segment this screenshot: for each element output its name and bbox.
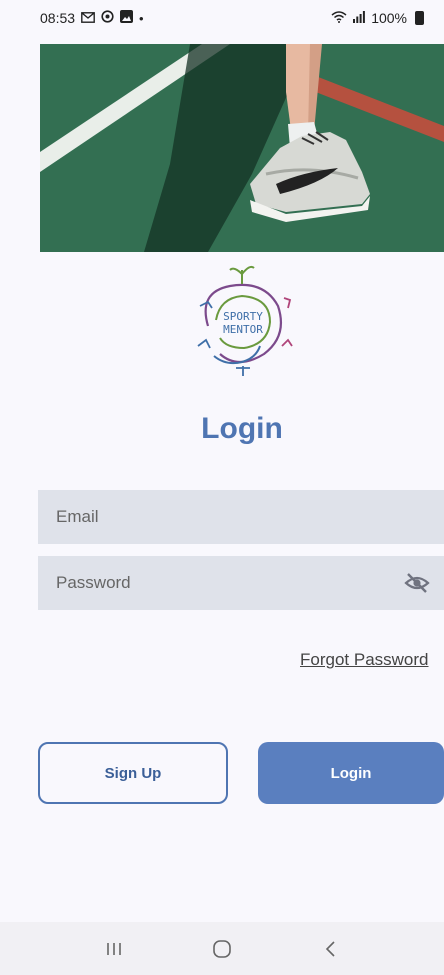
system-nav-bar: [0, 922, 444, 975]
sign-up-button[interactable]: Sign Up: [38, 742, 228, 804]
status-left: 08:53 •: [40, 10, 144, 26]
battery-level: 100%: [371, 10, 407, 26]
eye-off-icon[interactable]: [404, 571, 430, 595]
email-field[interactable]: [38, 490, 444, 544]
logo-text-mentor: MENTOR: [223, 323, 263, 336]
dot-icon: •: [139, 10, 144, 26]
page-title: Login: [201, 412, 283, 445]
back-icon[interactable]: [310, 934, 350, 964]
status-right: 100%: [331, 10, 424, 26]
status-bar: 08:53 • 100%: [0, 0, 444, 36]
mail-icon: [81, 11, 95, 26]
home-icon[interactable]: [202, 934, 242, 964]
recent-apps-icon[interactable]: [94, 934, 134, 964]
password-field[interactable]: [38, 556, 444, 610]
sync-icon: [101, 10, 114, 26]
login-button[interactable]: Login: [258, 742, 444, 804]
logo-text-sporty: SPORTY: [223, 310, 263, 323]
battery-icon: [415, 11, 424, 25]
image-icon: [120, 10, 134, 26]
email-input[interactable]: [54, 506, 378, 528]
password-input[interactable]: [54, 572, 378, 594]
status-time: 08:53: [40, 10, 76, 26]
signal-icon: [353, 10, 366, 26]
forgot-password-link[interactable]: Forgot Password: [300, 650, 444, 670]
hero-image: [40, 44, 444, 252]
app-logo: SPORTY MENTOR: [186, 262, 300, 380]
wifi-icon: [331, 10, 347, 26]
